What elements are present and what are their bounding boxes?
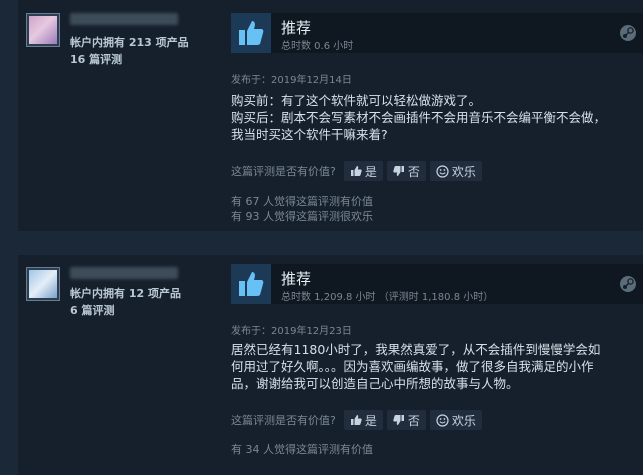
- review-line: 居然已经有1180小时了，我果然真爱了，从不会插件到慢慢学会如: [231, 342, 601, 357]
- review-body: 居然已经有1180小时了，我果然真爱了，从不会插件到慢慢学会如 何用过了好久啊。…: [231, 341, 623, 392]
- review-line: 购买后：剧本不会写素材不会画插件不会用音乐不会编平衡不会做，: [231, 110, 607, 125]
- reviews-count[interactable]: 6 篇评测: [70, 302, 114, 318]
- user-name-redacted[interactable]: [70, 267, 178, 279]
- smiley-icon: [436, 413, 449, 427]
- post-date: 发布于：2019年12月23日: [231, 326, 352, 337]
- vote-yes-label: 是: [364, 413, 377, 428]
- review-line: 品，谢谢给我可以创造自己心中所想的故事与人物。: [231, 376, 519, 391]
- recommendation-label: 推荐: [281, 270, 312, 288]
- smiley-icon: [436, 164, 449, 178]
- review-line: 我当时买这个软件干嘛来着?: [231, 127, 388, 142]
- post-date: 发布于：2019年12月14日: [231, 75, 352, 86]
- vote-yes-label: 是: [364, 164, 377, 179]
- recommendation-label: 推荐: [281, 19, 312, 37]
- reviews-count[interactable]: 16 篇评测: [70, 51, 122, 67]
- review-line: 购买前：有了这个软件就可以轻松做游戏了。: [231, 93, 482, 108]
- vote-funny-label: 欢乐: [451, 164, 476, 179]
- steam-icon: [619, 275, 637, 297]
- thumbs-up-icon: [231, 264, 271, 304]
- vote-funny-button[interactable]: 欢乐: [429, 410, 482, 430]
- vote-yes-button[interactable]: 是: [343, 161, 383, 181]
- helpful-count: 有 34 人觉得这篇评测有价值: [231, 443, 373, 456]
- user-name-redacted[interactable]: [70, 13, 178, 25]
- avatar[interactable]: [26, 267, 60, 301]
- vote-no-label: 否: [407, 164, 420, 179]
- products-owned[interactable]: 帐户内拥有 213 项产品: [70, 34, 189, 50]
- vote-funny-label: 欢乐: [451, 413, 476, 428]
- avatar[interactable]: [26, 13, 60, 47]
- recommendation-header[interactable]: 推荐 总时数 1,209.8 小时 （评测时 1,180.8 小时）: [231, 264, 643, 304]
- vote-no-label: 否: [407, 413, 420, 428]
- helpful-vote-row: 这篇评测是否有价值? 是 否 欢乐: [231, 161, 486, 181]
- helpful-count: 有 67 人觉得这篇评测有价值: [231, 195, 373, 208]
- helpful-question: 这篇评测是否有价值?: [231, 165, 336, 178]
- thumbs-down-icon: [393, 166, 404, 176]
- review-card: 帐户内拥有 213 项产品 16 篇评测 推荐 总时数 0.6 小时 发布于：2…: [18, 0, 643, 231]
- thumbs-up-icon: [350, 166, 362, 176]
- vote-no-button[interactable]: 否: [386, 161, 426, 181]
- helpful-vote-row: 这篇评测是否有价值? 是 否 欢乐: [231, 410, 486, 430]
- vote-yes-button[interactable]: 是: [343, 410, 383, 430]
- review-card: 帐户内拥有 12 项产品 6 篇评测 推荐 总时数 1,209.8 小时 （评测…: [18, 255, 643, 475]
- recommendation-header[interactable]: 推荐 总时数 0.6 小时: [231, 13, 643, 53]
- hours-played: 总时数 0.6 小时: [281, 41, 354, 52]
- helpful-question: 这篇评测是否有价值?: [231, 414, 336, 427]
- products-owned[interactable]: 帐户内拥有 12 项产品: [70, 285, 181, 301]
- vote-funny-button[interactable]: 欢乐: [429, 161, 482, 181]
- thumbs-down-icon: [393, 415, 404, 425]
- thumbs-up-icon: [231, 13, 271, 53]
- thumbs-up-icon: [350, 415, 362, 425]
- review-line: 何用过了好久啊。。。因为喜欢画编故事，做了很多自我满足的小作: [231, 359, 594, 374]
- vote-no-button[interactable]: 否: [386, 410, 426, 430]
- steam-icon: [619, 24, 637, 46]
- hours-played: 总时数 1,209.8 小时 （评测时 1,180.8 小时）: [281, 292, 494, 303]
- review-body: 购买前：有了这个软件就可以轻松做游戏了。 购买后：剧本不会写素材不会画插件不会用…: [231, 92, 623, 143]
- funny-count: 有 93 人觉得这篇评测很欢乐: [231, 210, 373, 223]
